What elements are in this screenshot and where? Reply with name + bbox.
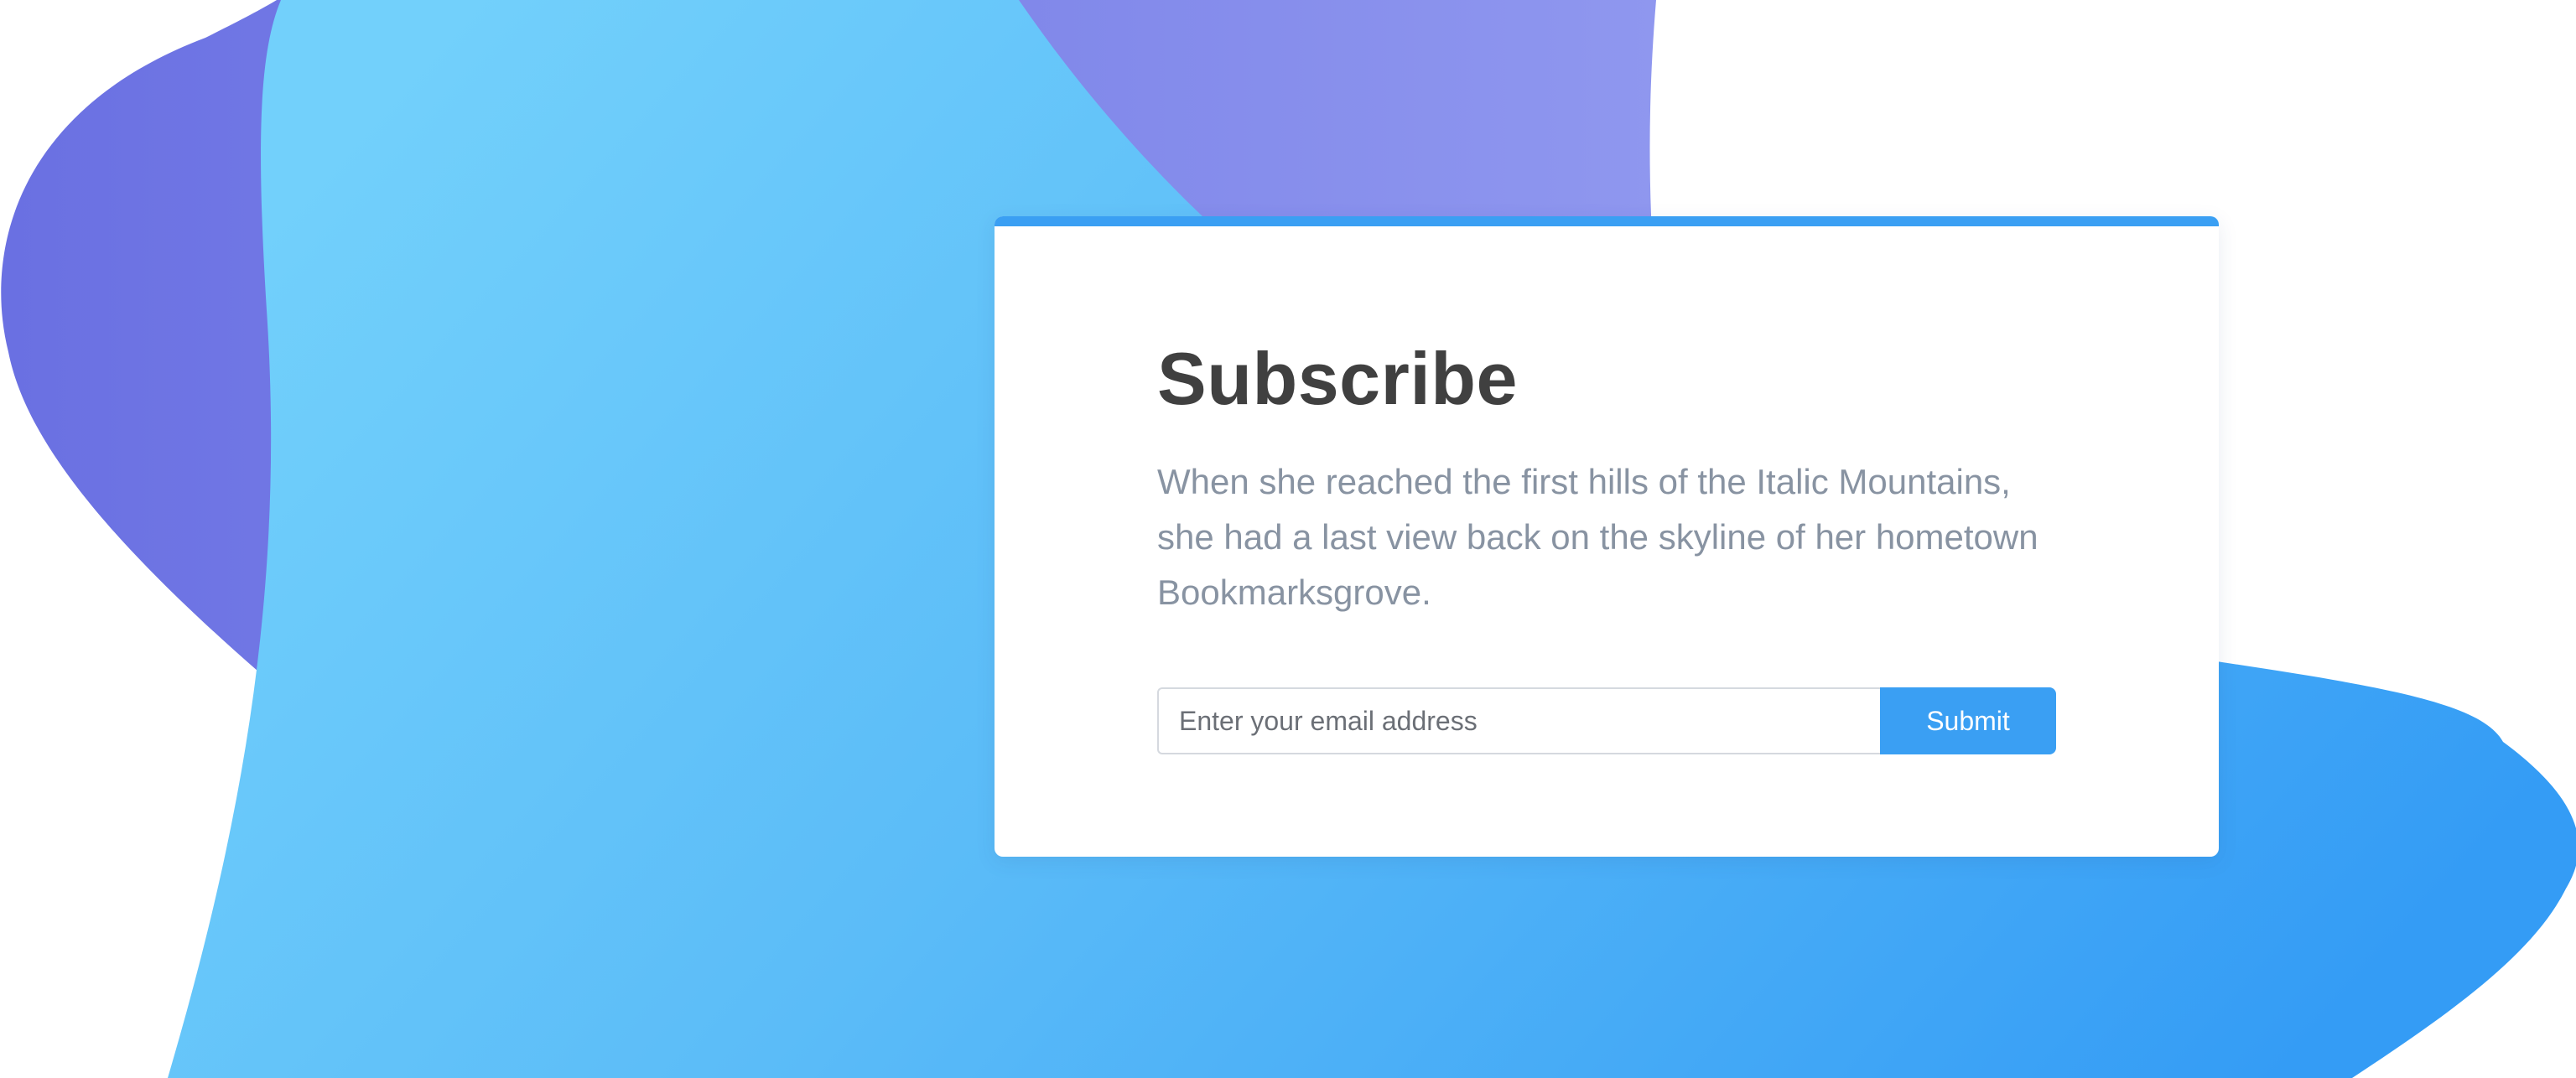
card-content: Subscribe When she reached the first hil…: [1157, 342, 2063, 754]
subscribe-page: Subscribe When she reached the first hil…: [0, 0, 2576, 1078]
subscribe-form: Submit: [1157, 687, 2056, 754]
subscribe-description: When she reached the first hills of the …: [1157, 462, 2038, 612]
email-input[interactable]: [1157, 687, 1880, 754]
card-accent-bar: [995, 216, 2219, 226]
subscribe-card: Subscribe When she reached the first hil…: [995, 216, 2219, 857]
submit-button[interactable]: Submit: [1880, 687, 2056, 754]
subscribe-title: Subscribe: [1157, 337, 1518, 420]
